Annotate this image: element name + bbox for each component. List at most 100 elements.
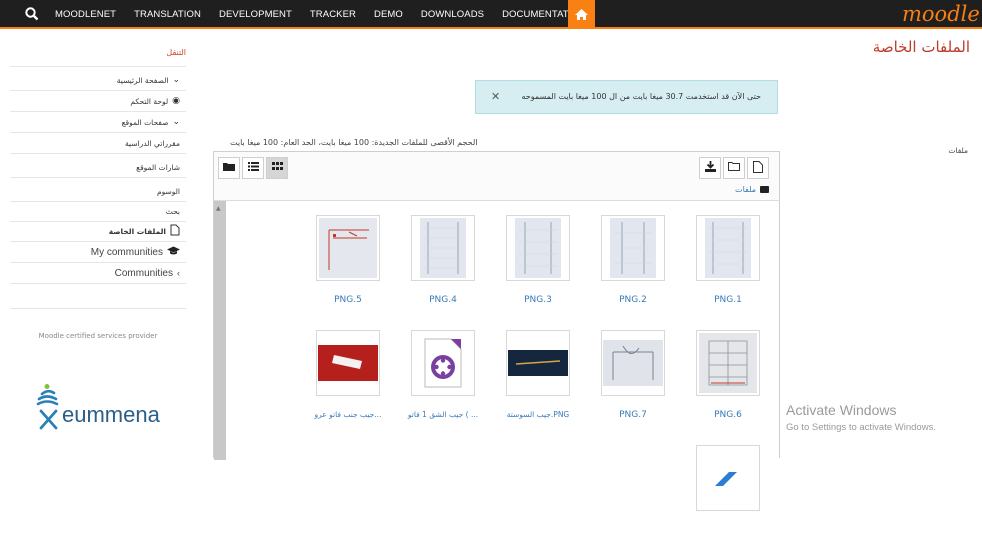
nav-item-tags[interactable]: الوسوم [10,181,186,202]
file-tile[interactable]: PNG.4 [403,215,483,325]
files-field-label: ملفات [948,146,968,155]
nav-item-label: Communities [114,267,173,279]
chevron-down-icon: ⌄ [172,117,180,127]
list-icon [247,162,259,174]
file-tile[interactable]: جيب جنب فاتو عرو... [308,330,388,440]
nav-item-dashboard[interactable]: لوحة التحكم ◉ [10,91,186,112]
certified-provider-text: Moodle certified services provider [38,332,158,340]
file-tile[interactable]: PNG.6 [688,330,768,440]
file-tile[interactable]: جيب السوستة.PNG [498,330,578,440]
top-navbar: MOODLENET TRANSLATION DEVELOPMENT TRACKE… [0,0,982,29]
nav-item-communities[interactable]: Communities ‹ [10,263,186,284]
download-button[interactable] [699,157,721,179]
watermark-subtitle: Go to Settings to activate Windows. [786,422,936,433]
download-icon [704,161,716,175]
chevron-left-icon: ‹ [177,268,180,278]
file-thumbnail [696,330,760,396]
nav-translation[interactable]: TRANSLATION [134,9,201,20]
file-tile[interactable]: PNG.7 [593,330,673,440]
view-as-list-button[interactable] [242,157,264,179]
top-nav-links: MOODLENET TRANSLATION DEVELOPMENT TRACKE… [55,0,604,29]
nav-item-search[interactable]: بحث [10,201,186,222]
view-as-icons-button[interactable] [266,157,288,179]
nav-item-label: الوسوم [156,186,180,196]
file-size-limits: الحجم الأقصى للملفات الجديدة: 100 ميغا ب… [230,138,478,147]
file-thumbnail [601,215,665,281]
file-name: PNG.3 [524,295,552,305]
nav-demo[interactable]: DEMO [374,9,403,20]
nav-downloads[interactable]: DOWNLOADS [421,9,484,20]
file-thumbnail [696,445,760,511]
file-name: جيب السوستة.PNG [506,410,570,419]
search-icon[interactable] [24,6,40,22]
create-folder-button[interactable] [723,157,745,179]
nav-tracker[interactable]: TRACKER [310,9,356,20]
breadcrumb: ملفات [735,185,769,194]
chevron-down-icon: ⌄ [172,75,180,85]
divider [10,66,186,67]
folder-icon [760,186,769,193]
watermark-title: Activate Windows [786,402,897,418]
nav-item-label: مقرراتي الدراسية [125,138,180,148]
file-name: PNG.4 [429,295,457,305]
file-tile[interactable] [688,445,768,555]
moodle-logo[interactable]: moodle [902,2,980,26]
breadcrumb-files[interactable]: ملفات [735,185,756,194]
view-as-folders-button[interactable] [218,157,240,179]
svg-text:eummena: eummena [62,402,161,427]
file-name: PNG.7 [619,410,647,420]
quota-alert: ✕ حتى الآن قد استخدمت 30.7 ميغا بايت من … [475,80,778,114]
file-thumbnail [506,330,570,396]
file-thumbnail [411,215,475,281]
file-thumbnail [696,215,760,281]
file-name: PNG.5 [334,295,362,305]
nav-item-label: بحث [165,206,180,216]
file-name: PNG.1 [714,295,742,305]
file-manager-toolbar [214,152,779,182]
file-name: جيب جنب فاتو عرو... [314,410,382,419]
file-thumbnail [316,215,380,281]
eummena-logo: eummena [36,384,161,430]
file-thumbnail [316,330,380,396]
divider [10,308,186,309]
file-thumbnail [601,330,665,396]
grid-icon [271,162,283,174]
nav-item-label: الصفحة الرئيسية [116,75,169,85]
file-name: PNG.6 [714,410,742,420]
file-icon [170,224,180,239]
folder-icon [223,162,235,174]
file-tile[interactable]: PNG.2 [593,215,673,325]
nav-development[interactable]: DEVELOPMENT [219,9,292,20]
file-tile[interactable]: جيب الشق 1 فاتو ( ... [403,330,483,440]
nav-item-my-communities[interactable]: My communities [10,242,186,263]
nav-item-label: صفحات الموقع [121,117,169,127]
file-tile[interactable]: PNG.1 [688,215,768,325]
alert-message: حتى الآن قد استخدمت 30.7 ميغا بايت من ال… [521,92,762,101]
nav-item-site-badges[interactable]: شارات الموقع [10,157,186,178]
home-icon[interactable] [568,0,595,29]
navigation-block-title: التنقل [166,48,186,57]
file-thumbnail [506,215,570,281]
folder-outline-icon [728,162,740,174]
file-tile[interactable]: PNG.5 [308,215,388,325]
nav-item-home[interactable]: الصفحة الرئيسية ⌄ [10,70,186,91]
close-icon[interactable]: ✕ [491,90,500,103]
file-grid: ▲ PNG.5 PNG.4 PNG.3 PNG.2 PNG.1 جيب جنب … [214,200,779,511]
nav-item-private-files[interactable]: الملفات الخاصة [10,221,186,242]
file-manager: ملفات ▲ PNG.5 PNG.4 PNG.3 PNG.2 PNG.1 جي… [213,151,780,511]
file-name: جيب الشق 1 فاتو ( ... [407,410,479,419]
nav-item-my-courses[interactable]: مقرراتي الدراسية [10,133,186,154]
nav-item-label: لوحة التحكم [130,96,169,106]
file-icon [753,160,763,176]
file-name: PNG.2 [619,295,647,305]
file-thumbnail [411,330,475,396]
nav-item-label: الملفات الخاصة [108,226,166,236]
graduation-cap-icon [167,246,180,258]
add-file-button[interactable] [747,157,769,179]
nav-item-site-pages[interactable]: صفحات الموقع ⌄ [10,112,186,133]
file-tile[interactable]: PNG.3 [498,215,578,325]
dashboard-icon: ◉ [172,96,180,106]
nav-item-label: My communities [90,246,163,258]
vertical-scrollbar[interactable]: ▲ [214,201,226,460]
nav-moodlenet[interactable]: MOODLENET [55,9,116,20]
